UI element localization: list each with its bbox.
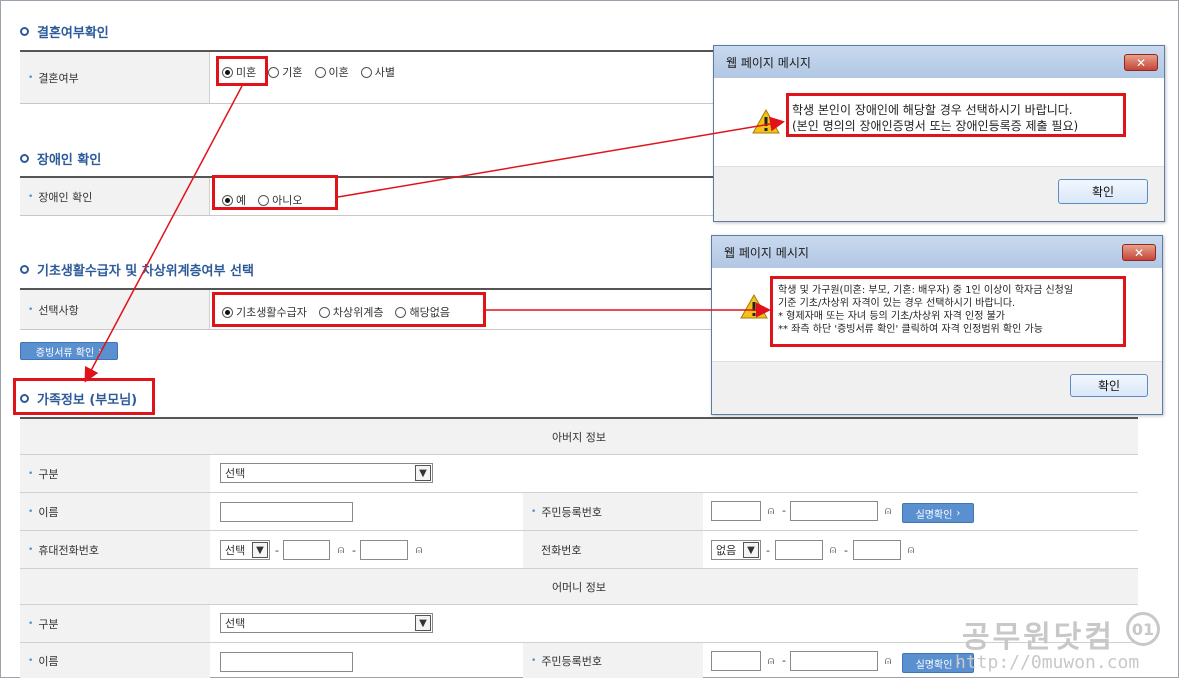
watermark-name: 공무원닷컴 — [962, 620, 1115, 655]
watermark-badge: 01 — [1126, 612, 1160, 646]
watermark-url: http://0muwon.com — [955, 652, 1140, 673]
arrow-single-to-family — [84, 85, 243, 383]
watermark-badge-text: 01 — [1131, 619, 1155, 639]
arrow-disability-to-dialog — [337, 116, 785, 198]
annotation-arrows — [84, 85, 785, 383]
